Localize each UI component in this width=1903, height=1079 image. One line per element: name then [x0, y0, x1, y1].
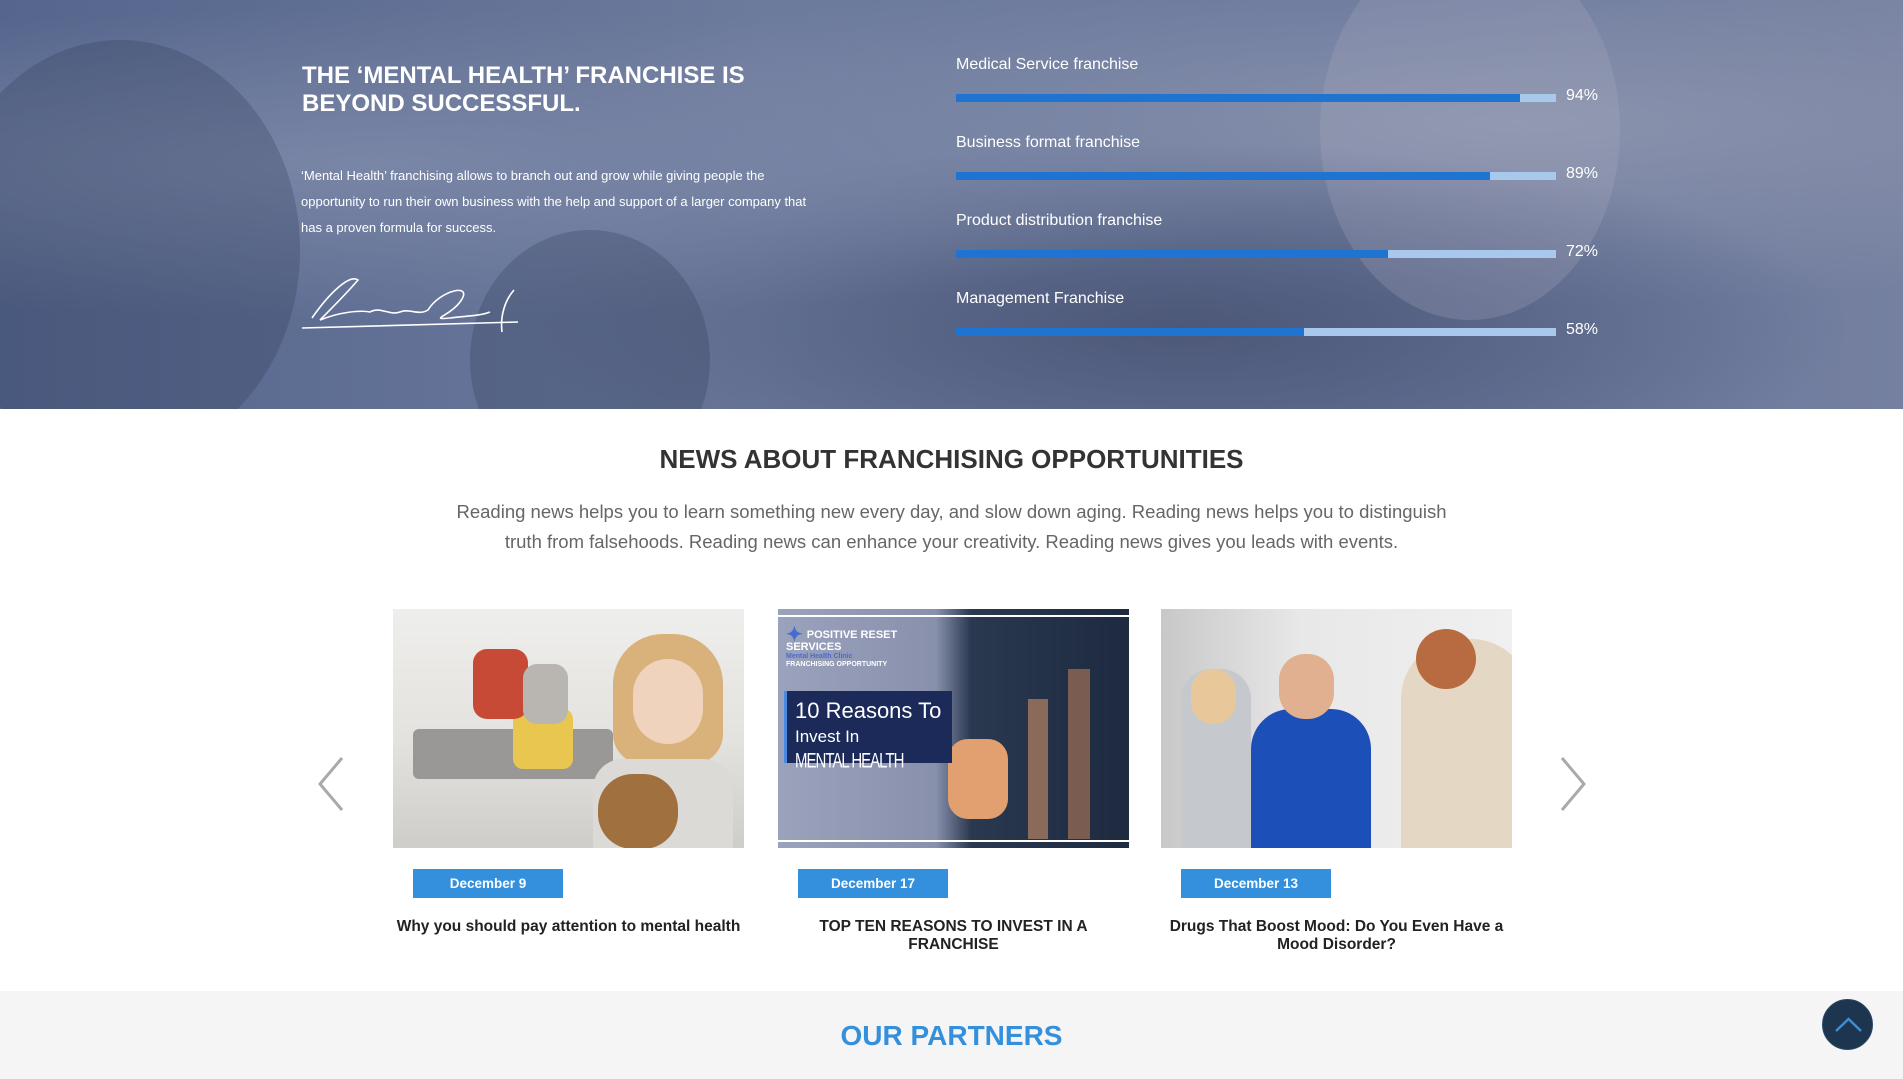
- image-sub-text: Mental Health Clinic: [786, 653, 853, 660]
- background-figure: [0, 40, 300, 409]
- news-card-title[interactable]: TOP TEN REASONS TO INVEST IN A FRANCHISE: [778, 918, 1129, 954]
- news-card-image[interactable]: [393, 609, 744, 848]
- news-card-date: December 9: [413, 869, 563, 898]
- progress-bar: [956, 94, 1556, 102]
- image-headline: 10 Reasons To: [795, 698, 942, 723]
- skill-percent: 58%: [1566, 321, 1599, 338]
- hero-title: THE ‘MENTAL HEALTH’ FRANCHISE IS BEYOND …: [302, 62, 745, 117]
- carousel-next-arrow-icon[interactable]: [1552, 754, 1592, 814]
- news-card-image[interactable]: ✦ POSITIVE RESET SERVICES Mental Health …: [778, 609, 1129, 848]
- news-card-title[interactable]: Why you should pay attention to mental h…: [393, 918, 744, 936]
- scroll-to-top-button[interactable]: [1822, 999, 1873, 1050]
- skill-business-format: Business format franchise 89%: [956, 134, 1616, 182]
- news-card-image[interactable]: [1161, 609, 1512, 848]
- image-headline: Invest In: [795, 727, 860, 746]
- skill-label: Business format franchise: [956, 134, 1141, 151]
- partners-section: OUR PARTNERS: [0, 991, 1903, 1079]
- skill-percent: 89%: [1566, 165, 1599, 182]
- image-headline: MENTAL HEALTH: [795, 749, 904, 774]
- news-card-date: December 13: [1181, 869, 1331, 898]
- progress-bar: [956, 172, 1556, 180]
- progress-fill: [956, 328, 1304, 336]
- skill-label: Management Franchise: [956, 290, 1125, 307]
- news-card[interactable]: December 13 Drugs That Boost Mood: Do Yo…: [1161, 609, 1512, 953]
- skill-medical-service: Medical Service franchise 94%: [956, 56, 1616, 104]
- franchise-hero-section: THE ‘MENTAL HEALTH’ FRANCHISE IS BEYOND …: [0, 0, 1903, 409]
- partners-title: OUR PARTNERS: [840, 1020, 1063, 1051]
- background-figure: [1320, 0, 1620, 320]
- progress-bar: [956, 250, 1556, 258]
- progress-fill: [956, 250, 1388, 258]
- news-card-date: December 17: [798, 869, 948, 898]
- skill-label: Product distribution franchise: [956, 212, 1163, 229]
- skill-percent: 72%: [1566, 243, 1599, 260]
- news-card[interactable]: December 9 Why you should pay attention …: [393, 609, 744, 935]
- progress-fill: [956, 94, 1520, 102]
- news-section: NEWS ABOUT FRANCHISING OPPORTUNITIES Rea…: [0, 409, 1903, 991]
- news-card[interactable]: ✦ POSITIVE RESET SERVICES Mental Health …: [778, 609, 1129, 953]
- skill-percent: 94%: [1566, 87, 1599, 104]
- hero-text: ‘Mental Health’ franchising allows to br…: [301, 168, 807, 235]
- image-brand-text: POSITIVE RESET SERVICES: [786, 629, 898, 653]
- progress-fill: [956, 172, 1490, 180]
- image-sub-text: FRANCHISING OPPORTUNITY: [786, 661, 888, 668]
- carousel-prev-arrow-icon[interactable]: [312, 754, 352, 814]
- chevron-up-icon: [1835, 1017, 1862, 1032]
- signature-image: [301, 278, 519, 333]
- news-description: Reading news helps you to learn somethin…: [456, 501, 1447, 552]
- news-title: NEWS ABOUT FRANCHISING OPPORTUNITIES: [659, 444, 1244, 474]
- news-card-title[interactable]: Drugs That Boost Mood: Do You Even Have …: [1161, 918, 1512, 954]
- skill-label: Medical Service franchise: [956, 56, 1139, 73]
- skill-product-distribution: Product distribution franchise 72%: [956, 212, 1616, 260]
- skill-management: Management Franchise 58%: [956, 290, 1616, 338]
- progress-bar: [956, 328, 1556, 336]
